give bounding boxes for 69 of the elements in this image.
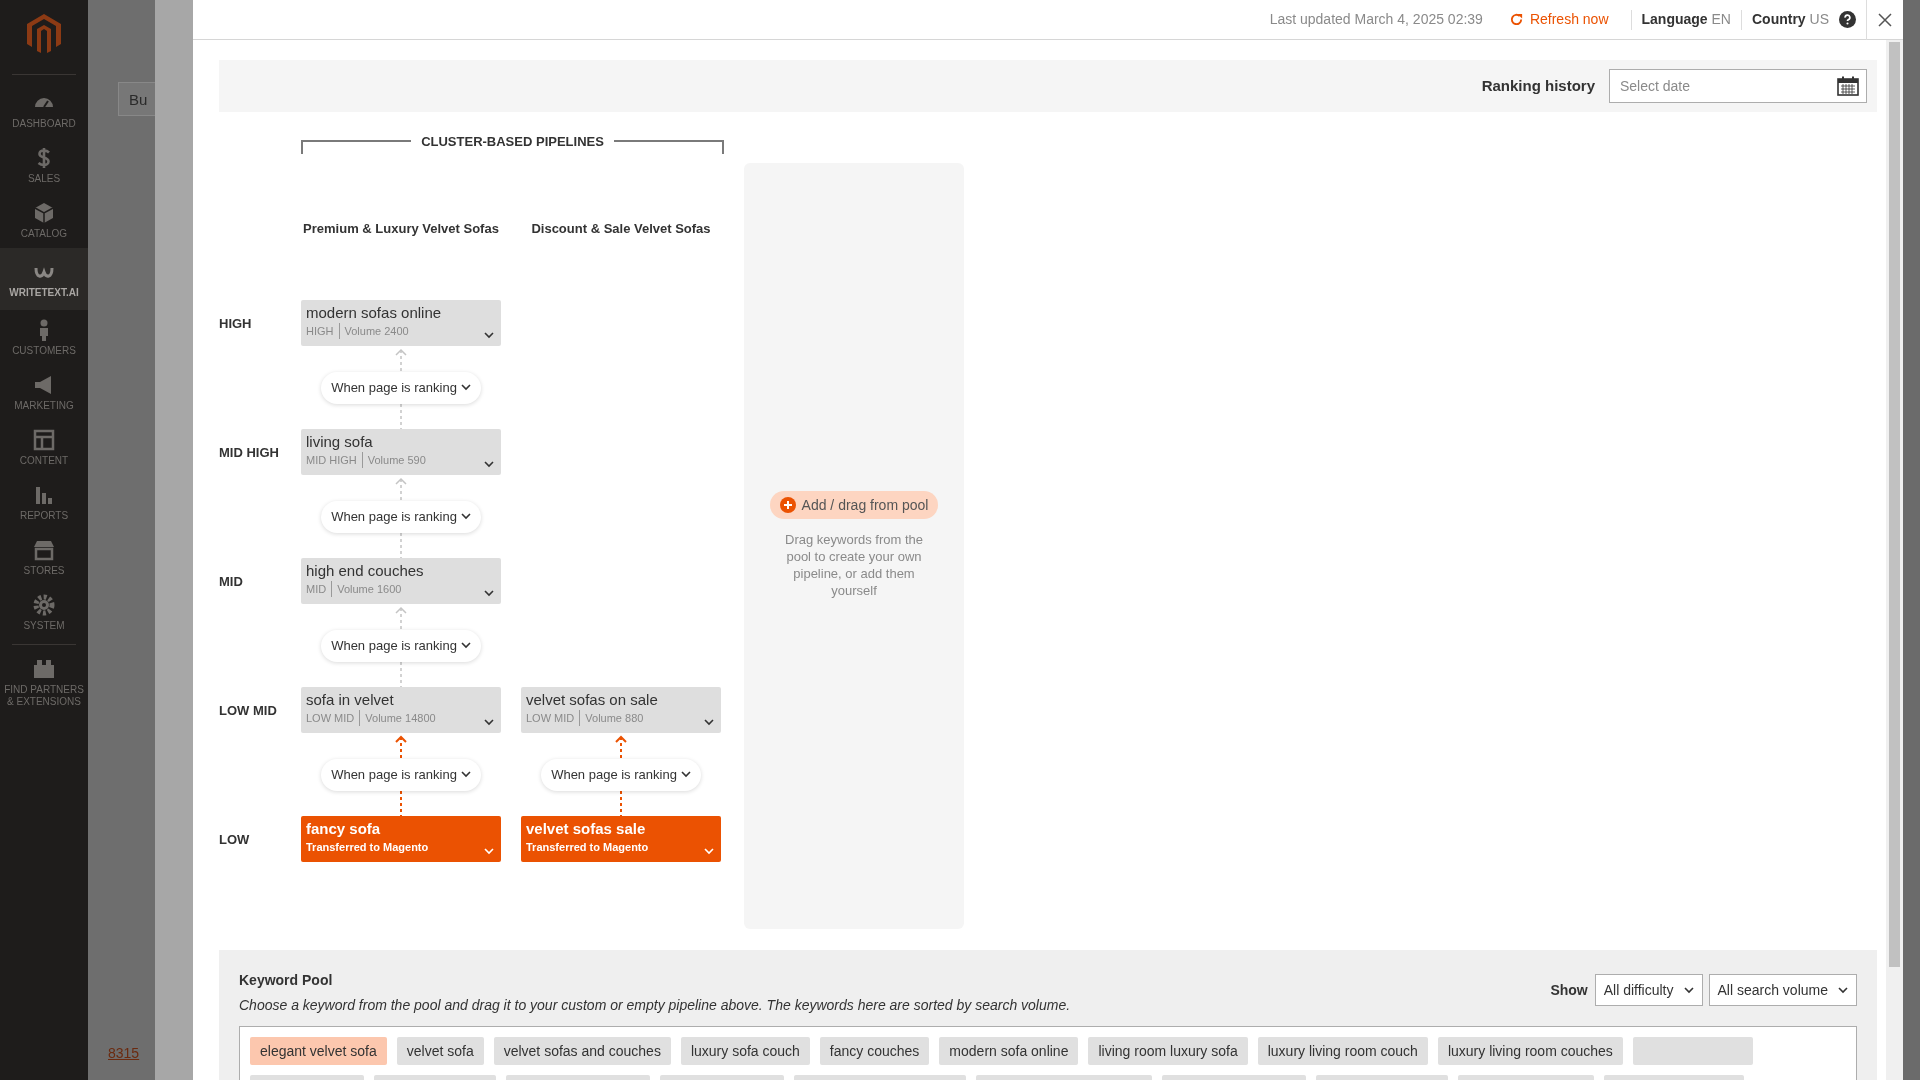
keyword-chip[interactable]: elegant velvet sofa — [250, 1037, 387, 1065]
level-label: MID — [219, 573, 244, 591]
chevron-down-icon — [704, 719, 714, 726]
empty-pipeline-hint: Drag keywords from the pool to create your own pipeline, or add them yourself — [784, 531, 924, 599]
close-icon — [1878, 12, 1892, 27]
scrollbar[interactable] — [1886, 40, 1903, 1080]
keyword-chip[interactable]: modern sofa online — [939, 1037, 1079, 1065]
keyword-chip[interactable]: velvet sofas and couches — [493, 1037, 671, 1065]
level-label: HIGH — [219, 315, 253, 333]
pipeline-name: Premium & Luxury Velvet Sofas — [302, 220, 500, 238]
level-label: LOW — [219, 831, 251, 849]
filter-dropdown[interactable]: All search volume — [1708, 974, 1857, 1006]
keyword-chip[interactable]: luxury sofa couch — [680, 1037, 810, 1065]
keyword-card[interactable]: modern sofas online HIGH Volume 2400 — [301, 300, 501, 346]
transferred-keyword-card[interactable]: velvet sofas sale Transferred to Magento — [521, 816, 721, 862]
chevron-down-icon — [484, 590, 494, 597]
keyword-pool-title: Keyword Pool — [239, 971, 334, 990]
refresh-icon — [1508, 12, 1524, 27]
country-selector[interactable]: Country US — [1742, 9, 1839, 30]
keyword-pool-description: Choose a keyword from the pool and drag it to your custom or empty pipeline above. The keywords here are sorted by search volume. — [239, 996, 1071, 1015]
show-label: Show — [1550, 980, 1588, 1000]
trigger-dropdown[interactable]: When page is ranking — [541, 758, 701, 791]
ranking-history-label: Ranking history — [1481, 75, 1595, 96]
chevron-down-icon — [1838, 986, 1848, 994]
keyword-chip[interactable]: fancy couches — [819, 1037, 930, 1065]
chevron-down-icon — [460, 642, 471, 649]
settings-icon — [32, 593, 56, 617]
chevron-down-icon — [484, 848, 494, 855]
logo-icon[interactable] — [27, 14, 61, 54]
sidebar-item[interactable]: WRITETEXT.AI — [0, 248, 88, 310]
block-icon — [32, 657, 56, 681]
calendar-icon — [1837, 76, 1859, 96]
trigger-dropdown[interactable]: When page is ranking — [321, 371, 481, 404]
chevron-down-icon — [460, 384, 471, 391]
keyword-chip[interactable]: luxury living room couch — [1257, 1037, 1428, 1065]
keyword-card[interactable]: living sofa MID HIGH Volume 590 — [301, 429, 501, 475]
date-field[interactable]: Select date — [1609, 69, 1867, 103]
keyword-card[interactable]: high end couches MID Volume 1600 — [301, 558, 501, 604]
chevron-down-icon — [1683, 986, 1694, 994]
layout-icon — [32, 428, 56, 452]
trigger-dropdown[interactable]: When page is ranking — [321, 629, 481, 662]
plus-icon — [779, 497, 796, 513]
trigger-dropdown[interactable]: When page is ranking — [321, 758, 481, 791]
keyword-card[interactable]: sofa in velvet LOW MID Volume 14800 — [301, 687, 501, 733]
box-icon — [32, 201, 56, 225]
add-from-pool-button[interactable]: Add / drag from pool — [769, 491, 939, 519]
scrollbar-thumb[interactable] — [1889, 42, 1900, 967]
level-label: MID HIGH — [219, 444, 280, 462]
keyword-chip[interactable]: luxury living room couches — [1437, 1037, 1623, 1065]
trigger-dropdown[interactable]: When page is ranking — [321, 500, 481, 533]
level-label: LOW MID — [219, 702, 278, 720]
chevron-down-icon — [704, 848, 714, 855]
store-icon — [32, 538, 56, 562]
chevron-down-icon — [484, 719, 494, 726]
language-selector[interactable]: Language EN — [1631, 9, 1741, 30]
filter-dropdown[interactable]: All difficulty — [1594, 974, 1703, 1006]
last-updated-text: Last updated March 4, 2025 02:39 — [1269, 10, 1483, 29]
chevron-down-icon — [460, 771, 471, 778]
chevron-down-icon — [460, 513, 471, 520]
chevron-down-icon — [680, 771, 691, 778]
keyword-chip[interactable]: living room luxury sofa — [1088, 1037, 1248, 1065]
chevron-down-icon — [484, 332, 494, 339]
help-icon[interactable] — [1839, 11, 1856, 28]
pipeline-name: Discount & Sale Velvet Sofas — [530, 220, 712, 238]
refresh-button[interactable]: Refresh now — [1508, 9, 1609, 30]
keyword-chip[interactable]: velvet sofa — [396, 1037, 484, 1065]
chevron-down-icon — [484, 461, 494, 468]
keyword-card[interactable]: velvet sofas on sale LOW MID Volume 880 — [521, 687, 721, 733]
transferred-keyword-card[interactable]: fancy sofa Transferred to Magento — [301, 816, 501, 862]
